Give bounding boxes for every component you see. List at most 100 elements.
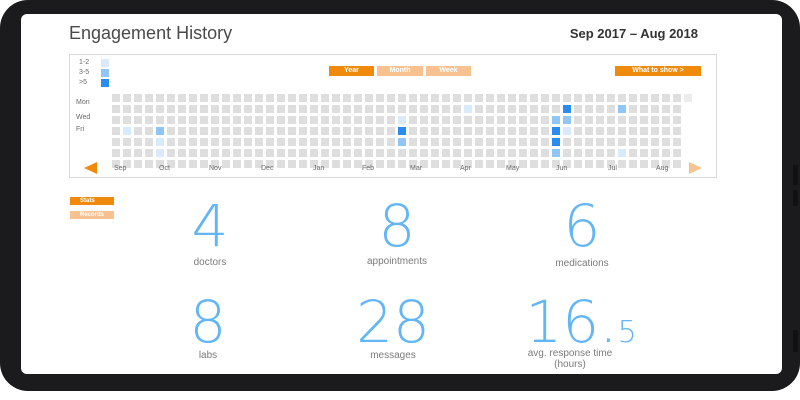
heatmap-cell	[299, 138, 307, 146]
heatmap-cell	[376, 94, 384, 102]
heatmap-cell	[618, 94, 626, 102]
month-label-sep: Sep	[114, 165, 127, 172]
heatmap-cell	[167, 105, 175, 113]
heatmap-cell	[189, 138, 197, 146]
tab-month[interactable]: Month	[377, 66, 423, 76]
heatmap-cell	[453, 116, 461, 124]
heatmap-cell	[541, 160, 549, 168]
heatmap-cell	[398, 138, 406, 146]
heatmap-cell	[178, 94, 186, 102]
next-arrow-icon[interactable]	[689, 162, 702, 174]
heatmap-cell	[607, 149, 615, 157]
month-label-may: May	[506, 165, 520, 172]
heatmap-cell	[530, 138, 538, 146]
heatmap-cell	[211, 138, 219, 146]
heatmap-cell	[178, 105, 186, 113]
heatmap-cell	[431, 94, 439, 102]
what-to-show-button[interactable]: What to show >	[615, 66, 701, 76]
heatmap-cell	[442, 160, 450, 168]
prev-arrow-icon[interactable]	[84, 162, 97, 174]
heatmap-cell	[420, 105, 428, 113]
heatmap-cell	[310, 116, 318, 124]
heatmap-cell	[189, 105, 197, 113]
heatmap-cell	[112, 138, 120, 146]
heatmap-cell	[189, 116, 197, 124]
tab-week[interactable]: Week	[426, 66, 471, 76]
heatmap-cell	[574, 127, 582, 135]
heatmap-cell	[607, 94, 615, 102]
heatmap-cell	[266, 116, 274, 124]
stat-response-time-label: avg. response time	[527, 348, 613, 359]
heatmap-cell	[343, 160, 351, 168]
heatmap-cell	[365, 116, 373, 124]
heatmap-cell	[420, 94, 428, 102]
heatmap-cell	[662, 138, 670, 146]
heatmap-cell	[574, 149, 582, 157]
heatmap-cell	[596, 127, 604, 135]
heatmap-cell	[651, 94, 659, 102]
heatmap-cell	[508, 138, 516, 146]
heatmap-cell	[629, 160, 637, 168]
heatmap-cell	[343, 105, 351, 113]
heatmap-cell	[398, 160, 406, 168]
heatmap-cell	[266, 127, 274, 135]
heatmap-cell	[530, 127, 538, 135]
heatmap-cell	[112, 127, 120, 135]
tab-stats[interactable]: Stats	[70, 197, 114, 205]
heatmap-cell	[387, 127, 395, 135]
heatmap-cell	[354, 149, 362, 157]
heatmap-cell	[530, 105, 538, 113]
heatmap-cell	[552, 149, 560, 157]
heatmap-cell	[277, 149, 285, 157]
heatmap-cell	[332, 94, 340, 102]
heatmap-cell	[211, 94, 219, 102]
heatmap-cell	[134, 160, 142, 168]
heatmap-cell	[233, 160, 241, 168]
heatmap-cell	[178, 127, 186, 135]
heatmap-cell	[530, 116, 538, 124]
heatmap-cell	[200, 149, 208, 157]
heatmap-cell	[233, 116, 241, 124]
heatmap-cell	[541, 94, 549, 102]
heatmap-cell	[189, 160, 197, 168]
heatmap-cell	[651, 116, 659, 124]
heatmap-cell	[563, 116, 571, 124]
heatmap-cell	[145, 127, 153, 135]
heatmap-cell	[420, 127, 428, 135]
tab-records[interactable]: Records	[70, 211, 114, 219]
heatmap-cell	[541, 138, 549, 146]
heatmap-cell	[618, 138, 626, 146]
heatmap-cell	[409, 149, 417, 157]
heatmap-cell	[541, 127, 549, 135]
heatmap-cell	[244, 94, 252, 102]
heatmap-cell	[497, 160, 505, 168]
heatmap-cell	[244, 160, 252, 168]
heatmap-cell	[431, 127, 439, 135]
heatmap-cell	[475, 149, 483, 157]
heatmap-cell	[409, 116, 417, 124]
heatmap-cell	[431, 149, 439, 157]
month-label-oct: Oct	[159, 165, 170, 172]
heatmap-cell	[574, 160, 582, 168]
heatmap-cell	[409, 127, 417, 135]
tab-year[interactable]: Year	[329, 66, 374, 76]
heatmap-cell	[266, 138, 274, 146]
heatmap-cell	[310, 149, 318, 157]
heatmap-cell	[640, 138, 648, 146]
heatmap-cell	[442, 94, 450, 102]
heatmap-cell	[211, 127, 219, 135]
heatmap-cell	[574, 94, 582, 102]
heatmap-cell	[310, 105, 318, 113]
stat-messages-value: 28	[356, 288, 430, 356]
heatmap-cell	[376, 127, 384, 135]
heatmap-cell	[629, 105, 637, 113]
heatmap-cell	[387, 160, 395, 168]
heatmap-cell	[475, 116, 483, 124]
heatmap-cell	[662, 105, 670, 113]
legend-swatch	[101, 59, 109, 67]
heatmap-cell	[167, 127, 175, 135]
heatmap-cell	[662, 94, 670, 102]
heatmap-cell	[464, 94, 472, 102]
heatmap-cell	[233, 138, 241, 146]
heatmap-cell	[167, 149, 175, 157]
